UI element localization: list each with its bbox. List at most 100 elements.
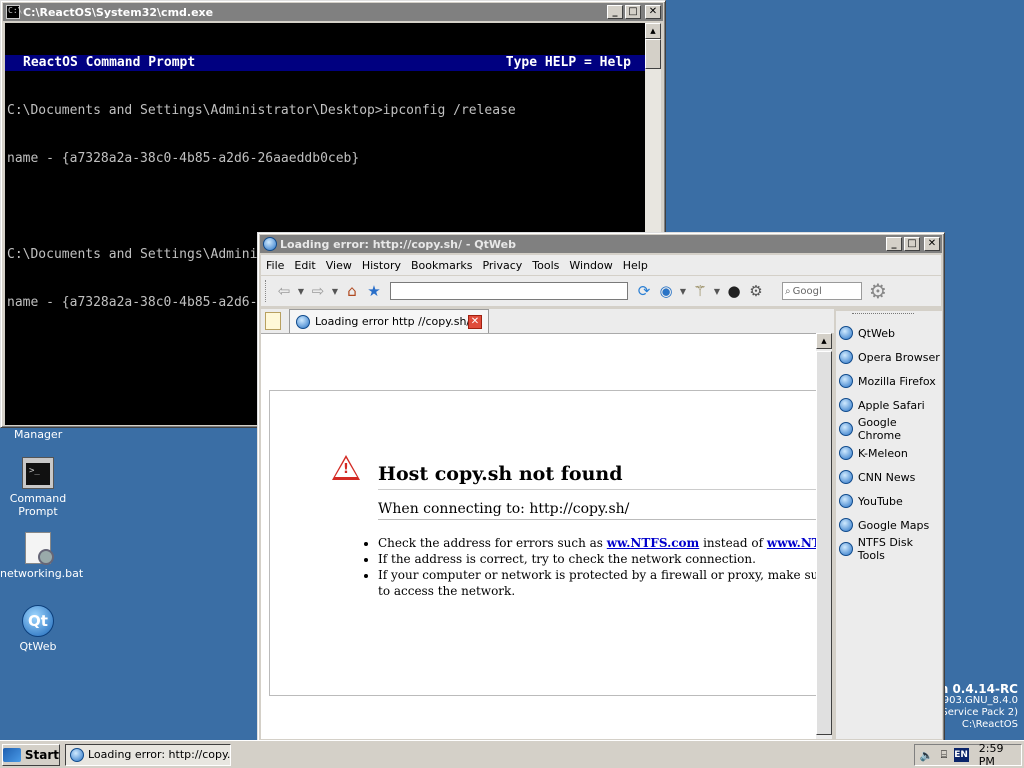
bookmark-google-maps[interactable]: Google Maps — [836, 513, 942, 537]
close-button[interactable]: ✕ — [645, 5, 661, 19]
desktop-icon-label-partial: Manager — [14, 428, 63, 441]
scrollbar-thumb[interactable] — [816, 351, 832, 735]
bookmark-star-icon[interactable]: ★ — [364, 281, 384, 301]
globe-icon — [839, 542, 853, 556]
menu-view[interactable]: View — [326, 259, 352, 272]
error-tips-list: Check the address for errors such as ww.… — [378, 535, 816, 599]
desktop-icon-networking-bat[interactable]: networking.bat — [0, 532, 84, 580]
tab-title: Loading error http //copy.sh/ — [315, 315, 468, 328]
menu-tools[interactable]: Tools — [532, 259, 559, 272]
back-arrow-icon[interactable]: ⇦ — [274, 281, 294, 301]
search-icon: ⌕ — [785, 285, 791, 297]
list-item: If your computer or network is protected… — [378, 567, 816, 599]
globe-icon — [839, 494, 853, 508]
console-header: ReactOS Command Prompt Type HELP = Help — [5, 55, 647, 71]
clock[interactable]: 2:59 PM — [979, 742, 1021, 768]
search-placeholder: Googl — [792, 285, 822, 297]
scroll-up-arrow-icon[interactable]: ▲ — [645, 23, 661, 39]
new-tab-icon[interactable] — [265, 312, 281, 330]
reload-icon[interactable]: ⟳ — [634, 281, 654, 301]
list-item: If the address is correct, try to check … — [378, 551, 816, 567]
list-item: Check the address for errors such as ww.… — [378, 535, 816, 551]
error-panel: Host copy.sh not found When connecting t… — [269, 390, 816, 696]
example-link-correct[interactable]: www.NTFS.com — [767, 536, 816, 550]
globe-icon — [839, 398, 853, 412]
tab-bar: Loading error http //copy.sh/ ✕ — [261, 309, 834, 333]
menu-privacy[interactable]: Privacy — [482, 259, 522, 272]
network-icon[interactable]: ⌸ — [936, 747, 951, 763]
privacy-agent-icon[interactable]: ● — [724, 281, 744, 301]
qtweb-window[interactable]: Loading error: http://copy.sh/ - QtWeb _… — [257, 232, 945, 742]
start-button[interactable]: Start — [2, 743, 60, 766]
scrollbar-thumb[interactable] — [645, 39, 661, 69]
scroll-up-arrow-icon[interactable]: ▲ — [816, 333, 832, 349]
window-title: C:\ReactOS\System32\cmd.exe — [23, 5, 214, 19]
settings-gears-icon[interactable]: ⚙ — [746, 281, 766, 301]
language-indicator[interactable]: EN — [953, 748, 969, 762]
bookmark-firefox[interactable]: Mozilla Firefox — [836, 369, 942, 393]
globe-icon — [839, 422, 853, 436]
sidebar-grip[interactable] — [852, 313, 914, 315]
maximize-button[interactable]: □ — [904, 237, 920, 251]
bookmark-qtweb[interactable]: QtWeb — [836, 321, 942, 345]
globe-icon — [839, 326, 853, 340]
activity-gear-icon: ⚙ — [869, 279, 887, 303]
page-scrollbar[interactable]: ▲ — [816, 333, 832, 739]
close-button[interactable]: ✕ — [924, 237, 940, 251]
desktop-icon-command-prompt[interactable]: >_ Command Prompt — [0, 457, 76, 518]
globe-icon — [296, 314, 310, 329]
maximize-button[interactable]: □ — [625, 5, 641, 19]
desktop-icon-qtweb[interactable]: Qt QtWeb — [0, 605, 76, 653]
globe-icon — [70, 747, 84, 762]
bookmark-kmeleon[interactable]: K-Meleon — [836, 441, 942, 465]
qtweb-menu-icon[interactable]: ◉ — [656, 281, 676, 301]
menu-history[interactable]: History — [362, 259, 401, 272]
back-dropdown-icon[interactable]: ▼ — [296, 281, 306, 301]
desktop-icon-label: Command Prompt — [9, 492, 67, 518]
toolbar-grip[interactable] — [265, 280, 268, 302]
bookmark-opera[interactable]: Opera Browser — [836, 345, 942, 369]
magic-wand-icon[interactable]: ⚚ — [690, 281, 710, 301]
bookmarks-sidebar: QtWeb Opera Browser Mozilla Firefox Appl… — [836, 311, 942, 739]
search-input[interactable]: ⌕ Googl — [782, 282, 862, 300]
taskbar: Start Loading error: http://copy.s... 🔈 … — [0, 740, 1024, 768]
home-icon[interactable]: ⌂ — [342, 281, 362, 301]
bookmark-ntfs-disk-tools[interactable]: NTFS Disk Tools — [836, 536, 942, 562]
page-content[interactable]: Host copy.sh not found When connecting t… — [261, 333, 816, 739]
bookmark-youtube[interactable]: YouTube — [836, 489, 942, 513]
globe-icon — [839, 446, 853, 460]
menu-window[interactable]: Window — [569, 259, 612, 272]
window-title: Loading error: http://copy.sh/ - QtWeb — [280, 237, 516, 251]
navigation-toolbar: ⇦ ▼ ⇨ ▼ ⌂ ★ ⟳ ◉ ▼ ⚚ ▼ ● ⚙ ⌕ Googl ⚙ — [261, 276, 941, 306]
bookmark-safari[interactable]: Apple Safari — [836, 393, 942, 417]
wand-dropdown-icon[interactable]: ▼ — [712, 281, 722, 301]
address-bar-input[interactable] — [390, 282, 628, 300]
console-line: name - {a7328a2a-38c0-4b85-a2d6-26aaeddb… — [7, 151, 360, 166]
bookmark-chrome[interactable]: Google Chrome — [836, 416, 942, 442]
menu-file[interactable]: File — [266, 259, 284, 272]
desktop-icon-label: networking.bat — [0, 567, 84, 580]
error-heading: Host copy.sh not found — [378, 463, 816, 490]
taskbar-button-qtweb[interactable]: Loading error: http://copy.s... — [65, 743, 231, 766]
minimize-button[interactable]: _ — [607, 5, 623, 19]
menu-edit[interactable]: Edit — [294, 259, 315, 272]
tab-close-icon[interactable]: ✕ — [468, 314, 482, 329]
error-subheading: When connecting to: http://copy.sh/ — [378, 501, 816, 520]
menu-help[interactable]: Help — [623, 259, 648, 272]
tab-loading-error[interactable]: Loading error http //copy.sh/ ✕ — [289, 309, 489, 333]
cmd-titlebar[interactable]: C:\ C:\ReactOS\System32\cmd.exe _ □ ✕ — [3, 3, 663, 21]
forward-dropdown-icon[interactable]: ▼ — [330, 281, 340, 301]
reactos-logo-icon — [3, 747, 21, 762]
menu-bookmarks[interactable]: Bookmarks — [411, 259, 472, 272]
qtweb-app-icon — [263, 237, 277, 251]
qtweb-titlebar[interactable]: Loading error: http://copy.sh/ - QtWeb _… — [260, 235, 942, 253]
forward-arrow-icon[interactable]: ⇨ — [308, 281, 328, 301]
globe-icon — [839, 350, 853, 364]
volume-icon[interactable]: 🔈 — [919, 747, 934, 763]
example-link-wrong[interactable]: ww.NTFS.com — [607, 536, 699, 550]
terminal-icon: C:\ — [6, 5, 22, 19]
minimize-button[interactable]: _ — [886, 237, 902, 251]
bookmark-cnn[interactable]: CNN News — [836, 465, 942, 489]
qtweb-menu-dropdown-icon[interactable]: ▼ — [678, 281, 688, 301]
